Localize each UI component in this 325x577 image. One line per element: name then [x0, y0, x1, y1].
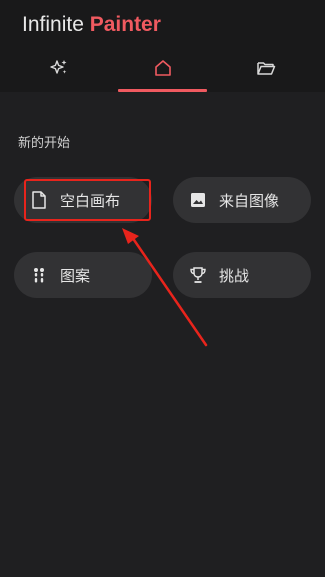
folder-icon: [256, 58, 276, 78]
app-title-accent: Painter: [89, 13, 161, 36]
image-icon: [189, 191, 207, 209]
app-title-main: Infinite: [22, 13, 84, 36]
app-title: Infinite Painter: [22, 13, 161, 37]
pattern-button[interactable]: 图案: [14, 252, 152, 298]
top-app-bar: Infinite Painter: [0, 0, 325, 92]
blank-canvas-label: 空白画布: [60, 191, 121, 210]
pattern-label: 图案: [60, 266, 91, 285]
tab-files[interactable]: [222, 44, 310, 92]
tab-home[interactable]: [118, 44, 207, 92]
tab-discover[interactable]: [15, 44, 103, 92]
app-root: Infinite Painter 新的开始 空白画布 来自图像 图案 挑战: [0, 0, 325, 577]
home-icon: [153, 58, 173, 78]
from-image-label: 来自图像: [219, 191, 280, 210]
challenge-label: 挑战: [219, 266, 250, 285]
section-title: 新的开始: [18, 136, 71, 151]
document-icon: [30, 191, 48, 209]
trophy-icon: [189, 266, 207, 284]
blank-canvas-button[interactable]: 空白画布: [14, 177, 152, 223]
challenge-button[interactable]: 挑战: [173, 252, 311, 298]
active-tab-indicator: [118, 89, 207, 92]
from-image-button[interactable]: 来自图像: [173, 177, 311, 223]
sparkle-icon: [49, 58, 69, 78]
pattern-icon: [30, 266, 48, 284]
tab-bar: [0, 44, 325, 92]
